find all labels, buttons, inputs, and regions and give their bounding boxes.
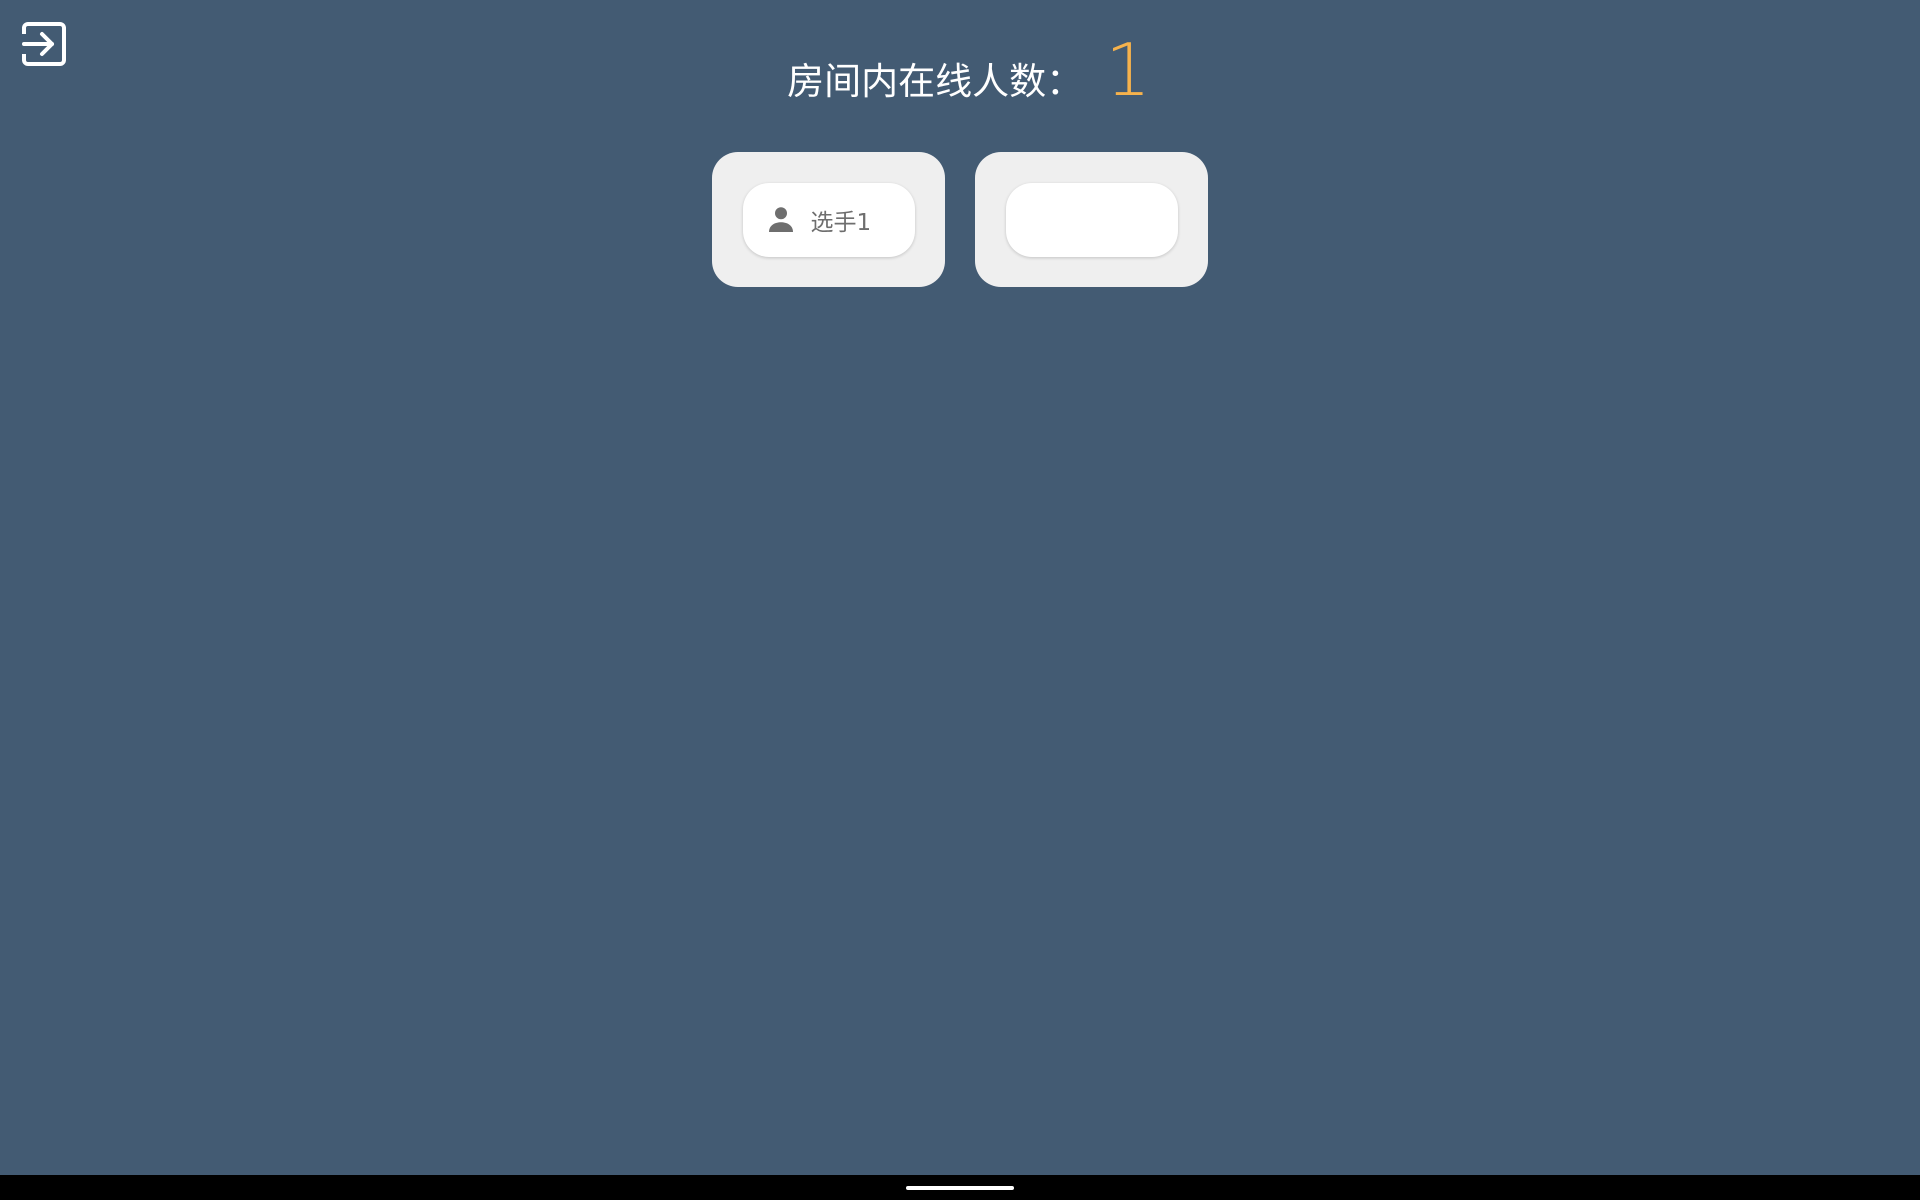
online-count-row: 房间内在线人数： 1	[0, 30, 1920, 110]
player-slot-2[interactable]	[975, 152, 1208, 287]
person-icon	[768, 206, 793, 232]
player-card-2-empty[interactable]	[1005, 182, 1178, 257]
game-room-screen: 房间内在线人数： 1 选手1	[0, 0, 1920, 1175]
online-count-label: 房间内在线人数：	[787, 60, 1084, 103]
player-slots: 选手1	[0, 152, 1920, 287]
system-navigation-bar	[0, 1175, 1920, 1200]
player-name: 选手1	[810, 209, 872, 236]
player-card-1[interactable]: 选手1	[742, 182, 915, 257]
player-slot-1[interactable]: 选手1	[712, 152, 945, 287]
home-indicator[interactable]	[906, 1186, 1014, 1190]
online-count-value: 1	[1105, 28, 1151, 112]
